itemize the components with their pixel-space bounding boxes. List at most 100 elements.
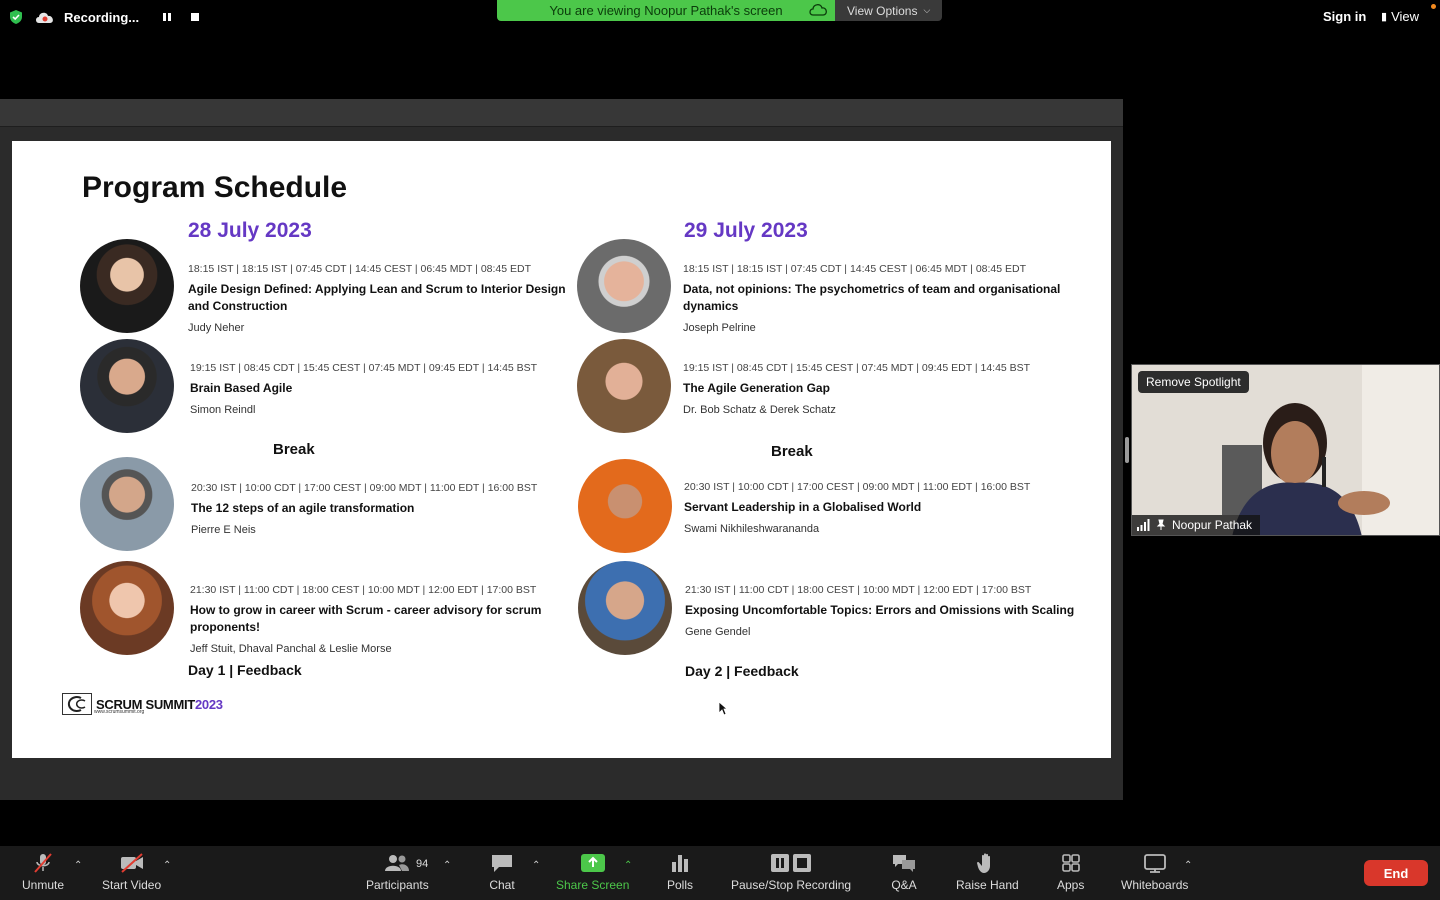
meeting-toolbar: Unmute ⌃ Start Video ⌃ Participants 94 ⌃… — [0, 846, 1440, 900]
qa-label: Q&A — [891, 878, 917, 892]
start-video-button[interactable]: Start Video — [102, 852, 161, 892]
speaker-photo — [578, 561, 672, 655]
session-speaker: Dr. Bob Schatz & Derek Schatz — [683, 404, 836, 416]
speaker-photo — [80, 457, 174, 551]
session-time: 19:15 IST | 08:45 CDT | 15:45 CEST | 07:… — [683, 362, 1031, 374]
speaker-photo — [80, 339, 174, 433]
share-screen-label: Share Screen — [556, 878, 630, 892]
session-title: Exposing Uncomfortable Topics: Errors an… — [685, 603, 1075, 617]
schedule-session: 19:15 IST | 08:45 CDT | 15:45 CEST | 07:… — [190, 361, 590, 416]
session-time: 20:30 IST | 10:00 CDT | 17:00 CEST | 09:… — [684, 481, 1031, 493]
video-camera-off-icon — [120, 853, 143, 873]
participants-count: 94 — [416, 858, 429, 870]
session-title: Servant Leadership in a Globalised World — [684, 500, 922, 514]
logo-year: 2023 — [194, 696, 223, 712]
day2-feedback-link[interactable]: Day 2 | Feedback — [685, 663, 799, 679]
day1-date: 28 July 2023 — [188, 219, 312, 242]
viewing-screen-text: You are viewing Noopur Pathak's screen — [549, 3, 783, 18]
microphone-muted-icon — [34, 853, 52, 873]
schedule-session: 20:30 IST | 10:00 CDT | 17:00 CEST | 09:… — [684, 480, 1084, 535]
day1-feedback-link[interactable]: Day 1 | Feedback — [188, 662, 302, 678]
view-layout-icon: ▮ — [1381, 11, 1388, 23]
participant-name-tag: Noopur Pathak — [1132, 515, 1261, 535]
break-label: Break — [771, 443, 813, 460]
polls-button[interactable]: Polls — [667, 852, 693, 892]
sign-in-button[interactable]: Sign in — [1323, 9, 1366, 24]
meeting-top-bar: Recording... You are viewing Noopur Path… — [0, 0, 1440, 34]
whiteboards-label: Whiteboards — [1121, 878, 1189, 892]
raise-hand-button[interactable]: Raise Hand — [956, 852, 1019, 892]
panel-resize-handle[interactable] — [1125, 437, 1129, 463]
session-speaker: Judy Neher — [188, 322, 245, 334]
chat-options-caret-icon[interactable]: ⌃ — [532, 860, 540, 871]
pause-stop-recording-button[interactable]: Pause/Stop Recording — [731, 852, 851, 892]
end-meeting-button[interactable]: End — [1364, 860, 1428, 886]
logo-url: www.scrumsummit.org — [94, 709, 145, 715]
session-title: Data, not opinions: The psychometrics of… — [683, 282, 1061, 313]
share-options-caret-icon[interactable]: ⌃ — [624, 860, 632, 871]
pause-stop-recording-label: Pause/Stop Recording — [731, 878, 852, 892]
participants-options-caret-icon[interactable]: ⌃ — [443, 860, 451, 871]
schedule-session: 21:30 IST | 11:00 CDT | 18:00 CEST | 10:… — [685, 583, 1085, 638]
audio-options-caret-icon[interactable]: ⌃ — [74, 860, 82, 871]
schedule-session: 20:30 IST | 10:00 CDT | 17:00 CEST | 09:… — [191, 481, 591, 536]
raise-hand-label: Raise Hand — [956, 878, 1019, 892]
recording-label: Recording... — [64, 9, 140, 25]
recording-indicator: Recording... — [34, 6, 201, 28]
presentation-slide: Program Schedule 28 July 2023 29 July 20… — [12, 141, 1111, 758]
stop-recording-icon[interactable] — [189, 11, 201, 23]
notification-dot — [1431, 4, 1436, 9]
remove-spotlight-button[interactable]: Remove Spotlight — [1138, 371, 1249, 393]
view-button[interactable]: ▮ View — [1381, 9, 1419, 24]
participants-label: Participants — [366, 878, 429, 892]
session-time: 20:30 IST | 10:00 CDT | 17:00 CEST | 09:… — [191, 482, 538, 494]
session-time: 19:15 IST | 08:45 CDT | 15:45 CEST | 07:… — [190, 362, 538, 374]
chat-label: Chat — [489, 878, 515, 892]
shared-window-titlebar — [0, 99, 1123, 127]
session-speaker: Jeff Stuit, Dhaval Panchal & Leslie Mors… — [190, 643, 392, 655]
share-screen-button[interactable]: Share Screen — [556, 852, 629, 892]
participants-icon — [385, 855, 410, 871]
session-time: 18:15 IST | 18:15 IST | 07:45 CDT | 14:4… — [683, 263, 1027, 275]
view-label: View — [1391, 9, 1420, 24]
slide-title: Program Schedule — [82, 171, 348, 204]
session-time: 21:30 IST | 11:00 CDT | 18:00 CEST | 10:… — [190, 584, 537, 596]
speaker-photo — [80, 239, 174, 333]
session-title: The Agile Generation Gap — [683, 381, 830, 395]
speaker-photo — [577, 339, 671, 433]
session-title: How to grow in career with Scrum - caree… — [190, 603, 542, 634]
apps-label: Apps — [1057, 878, 1085, 892]
unmute-label: Unmute — [22, 878, 65, 892]
pause-stop-icon — [771, 854, 812, 872]
cloud-recording-icon — [36, 12, 53, 23]
apps-button[interactable]: Apps — [1057, 852, 1084, 892]
video-options-caret-icon[interactable]: ⌃ — [163, 860, 171, 871]
polls-label: Polls — [667, 878, 694, 892]
session-speaker: Pierre E Neis — [191, 524, 256, 536]
pin-icon — [1156, 519, 1166, 530]
schedule-session: 21:30 IST | 11:00 CDT | 18:00 CEST | 10:… — [190, 583, 570, 655]
speaker-photo — [578, 459, 672, 553]
session-title: Agile Design Defined: Applying Lean and … — [188, 282, 566, 313]
chat-button[interactable]: Chat — [489, 852, 515, 892]
whiteboards-button[interactable]: Whiteboards — [1121, 852, 1188, 892]
spotlight-video-tile[interactable]: Remove Spotlight Noopur Pathak — [1131, 364, 1440, 536]
scrum-summit-logo-icon — [62, 693, 92, 715]
whiteboards-options-caret-icon[interactable]: ⌃ — [1184, 860, 1192, 871]
session-speaker: Simon Reindl — [190, 404, 256, 416]
raise-hand-icon — [977, 853, 991, 873]
speaker-photo — [577, 239, 671, 333]
qa-button[interactable]: Q&A — [891, 852, 917, 892]
break-label: Break — [273, 441, 315, 458]
session-speaker: Gene Gendel — [685, 626, 751, 638]
view-options-dropdown[interactable]: View Options ⌵ — [835, 0, 942, 21]
polls-icon — [672, 855, 688, 872]
unmute-button[interactable]: Unmute — [22, 852, 64, 892]
speaker-photo — [80, 561, 174, 655]
schedule-session: 18:15 IST | 18:15 IST | 07:45 CDT | 14:4… — [188, 262, 588, 334]
view-options-label: View Options — [847, 3, 918, 18]
start-video-label: Start Video — [102, 878, 162, 892]
pause-recording-icon[interactable] — [161, 11, 173, 23]
session-time: 18:15 IST | 18:15 IST | 07:45 CDT | 14:4… — [188, 263, 532, 275]
encryption-shield-icon[interactable] — [8, 9, 24, 25]
